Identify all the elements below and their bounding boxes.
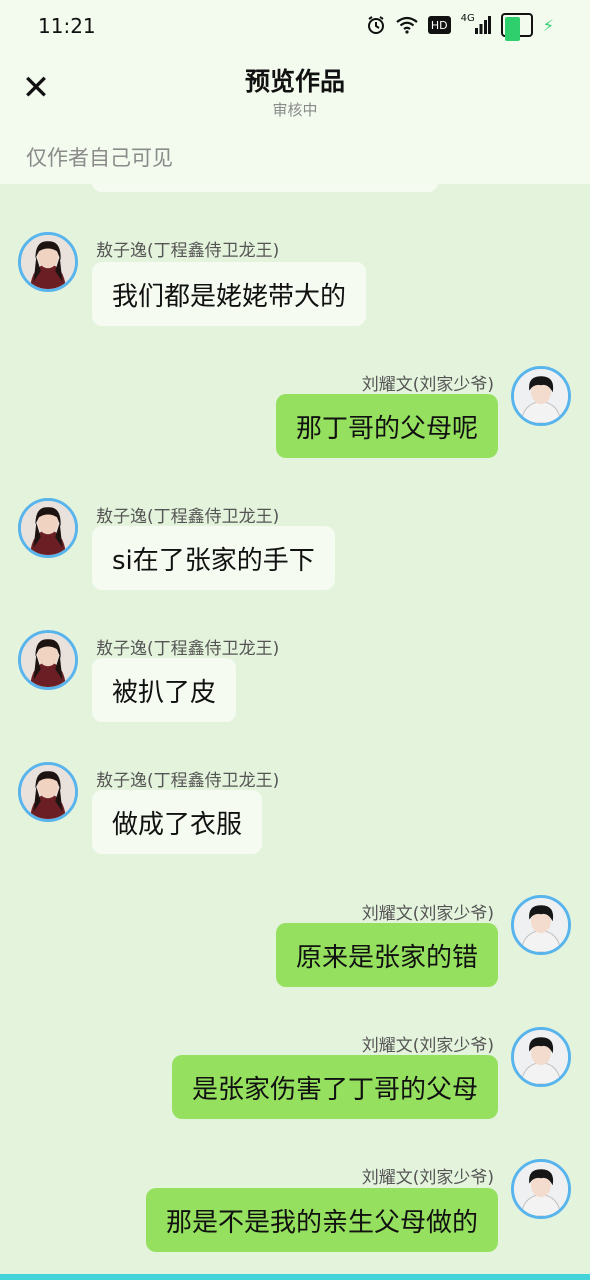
avatar-incoming[interactable] — [18, 630, 78, 690]
sender-name: 敖子逸(丁程鑫侍卫龙王) — [96, 771, 280, 791]
avatar-outgoing[interactable] — [511, 1027, 571, 1087]
previous-message-bubble — [92, 184, 438, 192]
visibility-note: 仅作者自己可见 — [26, 146, 173, 170]
message-bubble-outgoing[interactable]: 那丁哥的父母呢 — [275, 394, 498, 458]
avatar-outgoing[interactable] — [511, 1159, 571, 1219]
alarm-icon — [366, 13, 386, 37]
avatar-incoming[interactable] — [18, 232, 78, 292]
avatar-incoming[interactable] — [18, 762, 78, 822]
chat-area[interactable]: 敖子逸(丁程鑫侍卫龙王) 我们都是姥姥带大的 刘耀文(刘家少爷) 那丁哥的父母呢… — [0, 184, 590, 1274]
status-icons: HD 4G ⚡ — [366, 13, 554, 41]
bottom-strip — [0, 1274, 590, 1280]
signal-4g-icon: 4G — [461, 13, 491, 37]
top-bar: ✕ 预览作品 审核中 仅作者自己可见 — [0, 52, 590, 184]
sender-name: 刘耀文(刘家少爷) — [361, 904, 494, 924]
message-bubble-incoming[interactable]: 我们都是姥姥带大的 — [92, 262, 367, 326]
page-subtitle: 审核中 — [272, 101, 318, 119]
message-bubble-incoming[interactable]: 做成了衣服 — [92, 790, 263, 854]
sender-name: 刘耀文(刘家少爷) — [361, 1036, 494, 1056]
status-time: 11:21 — [38, 14, 96, 38]
status-bar: 11:21 HD 4G ⚡ — [0, 0, 590, 52]
message-bubble-incoming[interactable]: 被扒了皮 — [92, 658, 237, 722]
message-bubble-outgoing[interactable]: 是张家伤害了丁哥的父母 — [171, 1055, 498, 1119]
sender-name: 敖子逸(丁程鑫侍卫龙王) — [96, 507, 280, 527]
sender-name: 刘耀文(刘家少爷) — [361, 375, 494, 395]
network-type-label: 4G — [460, 13, 475, 24]
message-bubble-outgoing[interactable]: 原来是张家的错 — [275, 923, 498, 987]
charging-bolt-icon: ⚡ — [542, 15, 554, 35]
avatar-outgoing[interactable] — [511, 895, 571, 955]
page-title: 预览作品 — [244, 67, 345, 96]
sender-name: 刘耀文(刘家少爷) — [361, 1168, 494, 1188]
wifi-icon — [396, 13, 418, 37]
avatar-outgoing[interactable] — [511, 366, 571, 426]
hd-icon: HD — [427, 16, 451, 34]
avatar-incoming[interactable] — [18, 498, 78, 558]
battery-level — [504, 17, 521, 41]
sender-name: 敖子逸(丁程鑫侍卫龙王) — [96, 639, 280, 659]
message-bubble-incoming[interactable]: si在了张家的手下 — [92, 526, 335, 590]
message-bubble-outgoing[interactable]: 那是不是我的亲生父母做的 — [145, 1188, 498, 1252]
sender-name: 敖子逸(丁程鑫侍卫龙王) — [96, 241, 280, 261]
battery-icon — [500, 13, 533, 41]
